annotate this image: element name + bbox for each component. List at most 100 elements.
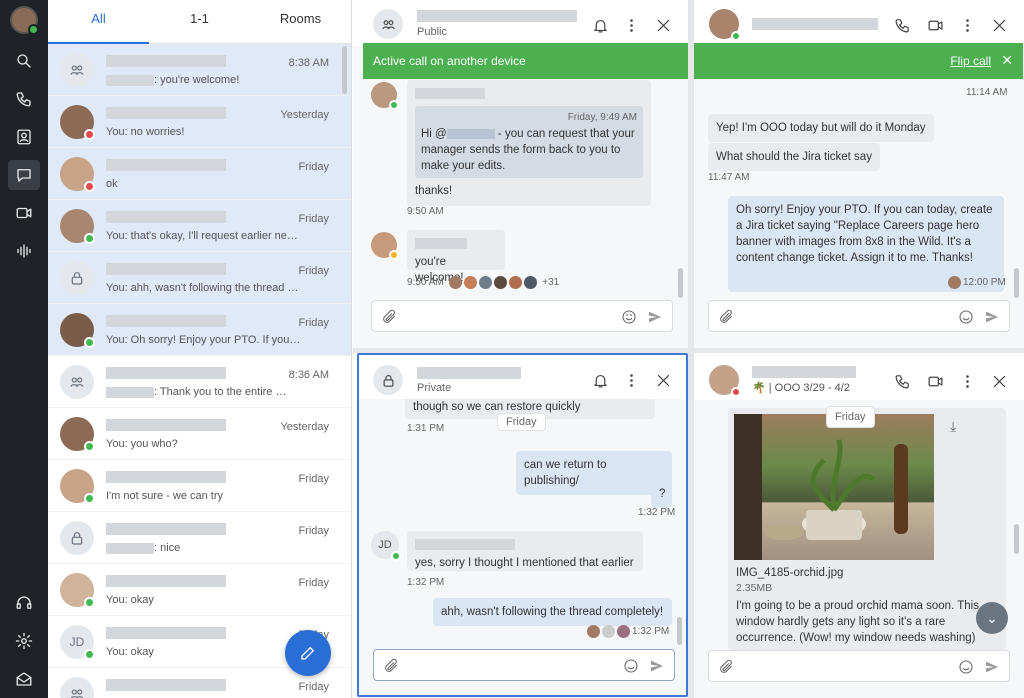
more-icon[interactable]	[620, 369, 642, 391]
contact-avatar	[60, 157, 95, 192]
scroll-down-icon[interactable]: ⌄	[976, 602, 1008, 634]
conversation-item[interactable]: You: okay Friday	[48, 564, 351, 616]
conversation-time: Friday	[298, 473, 329, 485]
attach-icon[interactable]	[717, 658, 735, 676]
video-call-icon[interactable]	[924, 370, 946, 392]
send-icon[interactable]	[648, 657, 666, 675]
mail-icon[interactable]	[8, 664, 40, 694]
emoji-icon[interactable]	[622, 657, 640, 675]
chat-pane-private: Private though so we can restore quickly…	[357, 353, 688, 697]
attach-icon[interactable]	[382, 657, 400, 675]
conversation-time: Friday	[298, 525, 329, 537]
read-receipt: 12:00 PM	[948, 276, 1006, 289]
pane-header: Private	[359, 355, 686, 399]
conversation-time: 8:38 AM	[288, 57, 329, 69]
headset-icon[interactable]	[8, 588, 40, 618]
orchid-photo	[734, 414, 908, 560]
lock-icon	[60, 521, 94, 555]
close-icon[interactable]	[988, 370, 1010, 392]
attach-icon[interactable]	[717, 308, 735, 326]
contact-name	[752, 366, 856, 378]
send-icon[interactable]	[983, 658, 1001, 676]
download-icon[interactable]: ⤓	[950, 418, 956, 434]
message-composer[interactable]	[373, 649, 675, 681]
conversation-time: Friday	[298, 577, 329, 589]
compose-button[interactable]	[285, 630, 331, 676]
contacts-icon[interactable]	[8, 122, 40, 152]
conversation-name	[106, 211, 226, 223]
conversation-item[interactable]: You: no worries! Yesterday	[48, 96, 351, 148]
pane-scrollbar[interactable]	[677, 617, 682, 645]
message-bubble-own: ahh, wasn't following the thread complet…	[433, 598, 672, 626]
user-avatar[interactable]	[10, 6, 39, 35]
conversation-item[interactable]: You: you who? Yesterday	[48, 408, 351, 460]
read-receipt: 1:32 PM	[587, 625, 669, 638]
photo-attachment[interactable]	[734, 414, 934, 560]
conversation-item[interactable]: You: ahh, wasn't following the thread c.…	[48, 252, 351, 304]
pane-header: Public	[353, 0, 688, 46]
conversation-rows: : you're welcome! 8:38 AM You: no worries!…	[48, 44, 351, 698]
phone-icon[interactable]	[8, 84, 40, 114]
pane-scrollbar[interactable]	[1014, 268, 1019, 298]
sender-avatar: JD	[371, 531, 401, 561]
conversation-item[interactable]: : nice Friday	[48, 512, 351, 564]
video-icon[interactable]	[8, 198, 40, 228]
more-icon[interactable]	[620, 14, 642, 36]
settings-icon[interactable]	[8, 626, 40, 656]
contact-avatar	[60, 469, 95, 504]
more-icon[interactable]	[956, 14, 978, 36]
close-icon[interactable]	[652, 369, 674, 391]
attach-icon[interactable]	[380, 308, 398, 326]
phone-call-icon[interactable]	[891, 14, 913, 36]
list-scrollbar[interactable]	[342, 46, 347, 94]
conversation-name	[106, 55, 226, 67]
conversation-item[interactable]: You: that's okay, I'll request earlier n…	[48, 200, 351, 252]
send-icon[interactable]	[646, 308, 664, 326]
conversation-item[interactable]: : you're welcome! 8:38 AM	[48, 44, 351, 96]
chat-icon[interactable]	[8, 160, 40, 190]
message-composer[interactable]	[708, 650, 1010, 682]
sender-avatar	[371, 232, 399, 260]
conversation-item[interactable]: : Thank you to the entire … 8:36 AM	[48, 356, 351, 408]
conversation-item[interactable]: ok Friday	[48, 148, 351, 200]
close-icon[interactable]: ✕	[1001, 52, 1013, 69]
tab-one-to-one[interactable]: 1-1	[149, 0, 250, 43]
message-text: yes, sorry I thought I mentioned that ea…	[415, 557, 634, 569]
search-icon[interactable]	[8, 46, 40, 76]
tab-rooms[interactable]: Rooms	[250, 0, 351, 43]
phone-call-icon[interactable]	[891, 370, 913, 392]
conversation-item[interactable]: You: Oh sorry! Enjoy your PTO. If you ca…	[48, 304, 351, 356]
close-icon[interactable]	[652, 14, 674, 36]
pane-scrollbar[interactable]	[1014, 524, 1019, 554]
emoji-icon[interactable]	[620, 308, 638, 326]
bell-icon[interactable]	[589, 369, 611, 391]
sender-name	[415, 88, 485, 100]
sender-avatar	[371, 82, 399, 110]
tab-bar: All 1-1 Rooms	[48, 0, 351, 44]
close-icon[interactable]	[988, 14, 1010, 36]
voice-icon[interactable]	[8, 236, 40, 266]
room-avatar-icon	[60, 677, 94, 698]
conversation-name	[106, 367, 226, 379]
tab-all[interactable]: All	[48, 0, 149, 44]
message-composer[interactable]	[708, 300, 1010, 332]
bell-icon[interactable]	[589, 14, 611, 36]
conversation-time: 8:36 AM	[288, 369, 329, 381]
pane-scrollbar[interactable]	[678, 268, 683, 298]
reactions-more[interactable]: +31	[542, 277, 559, 288]
room-avatar-icon	[60, 53, 94, 87]
more-icon[interactable]	[956, 370, 978, 392]
flip-call-link[interactable]: Flip call	[950, 54, 991, 68]
conversation-time: Friday	[298, 161, 329, 173]
conversation-name	[106, 107, 226, 119]
pane-divider[interactable]	[353, 348, 1024, 353]
emoji-icon[interactable]	[957, 308, 975, 326]
message-preview: I'm not sure - we can try	[106, 490, 224, 502]
video-call-icon[interactable]	[924, 14, 946, 36]
conversation-name	[106, 627, 226, 639]
emoji-icon[interactable]	[957, 658, 975, 676]
message-preview: You: okay	[106, 646, 154, 658]
send-icon[interactable]	[983, 308, 1001, 326]
message-composer[interactable]	[371, 300, 673, 332]
conversation-item[interactable]: I'm not sure - we can try Friday	[48, 460, 351, 512]
